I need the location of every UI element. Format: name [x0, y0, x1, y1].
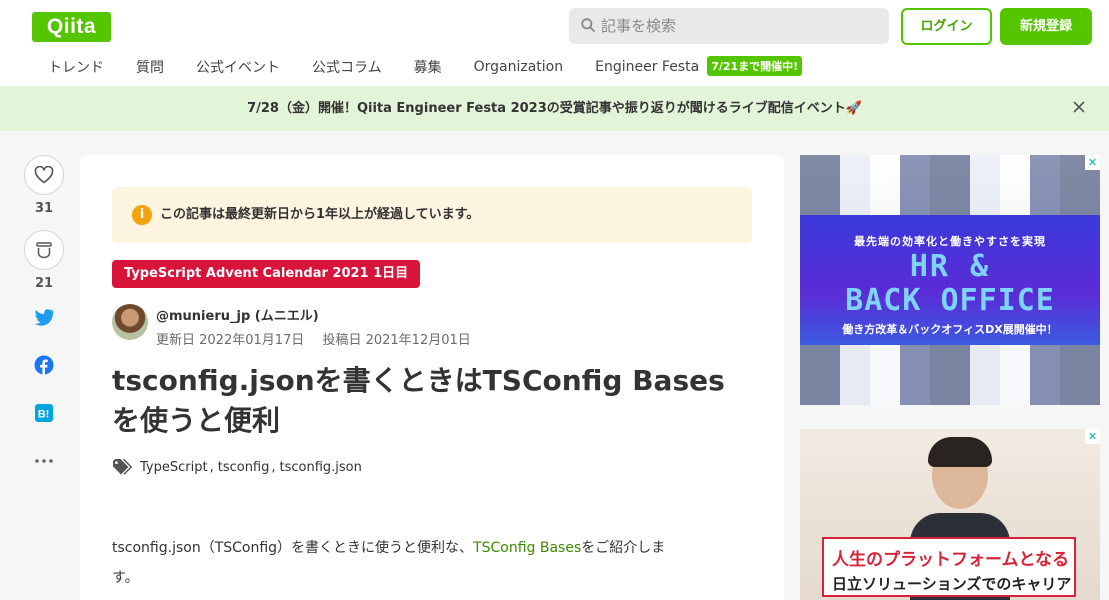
article-dates: 更新日 2022年01月17日 投稿日 2021年12月01日	[156, 329, 471, 348]
search-box[interactable]	[569, 8, 889, 44]
author-name[interactable]: @munieru_jp (ムニエル)	[156, 305, 319, 324]
ad1-footer: 働き方改革＆バックオフィスDX展開催中！	[842, 323, 1058, 336]
tag-separator: ,	[271, 459, 276, 475]
festa-badge: 7/21まで開催中!	[707, 56, 803, 76]
nav-item-engineer-festa[interactable]: Engineer Festa 7/21まで開催中!	[579, 56, 818, 77]
svg-text:B!: B!	[38, 409, 50, 421]
qiita-logo[interactable]: Qiita	[32, 12, 111, 42]
global-nav: トレンド 質問 公式イベント 公式コラム 募集 Organization Eng…	[32, 52, 818, 82]
like-count: 31	[34, 201, 54, 216]
updated-date: 更新日 2022年01月17日	[156, 333, 305, 348]
more-button[interactable]	[24, 449, 64, 473]
nav-item-official-events[interactable]: 公式イベント	[180, 57, 296, 77]
nav-item-trend[interactable]: トレンド	[32, 57, 120, 77]
tsconfig-bases-link[interactable]: TSConfig Bases	[473, 540, 581, 556]
like-button[interactable]	[24, 155, 64, 195]
event-banner[interactable]: 7/28（金）開催！Qiita Engineer Festa 2023の受賞記事…	[0, 86, 1109, 131]
stock-count: 21	[34, 276, 54, 291]
more-icon	[35, 459, 53, 463]
twitter-share[interactable]	[24, 305, 64, 329]
ad-person-hair	[928, 437, 992, 467]
ad-banner-hitachi-careers[interactable]: 人生のプラットフォームとなる 日立ソリューションズでのキャリア ✕	[800, 429, 1100, 600]
twitter-icon	[34, 308, 54, 326]
advent-calendar-badge[interactable]: TypeScript Advent Calendar 2021 1日目	[112, 260, 421, 288]
hatena-bookmark-icon: B!	[35, 404, 53, 422]
search-input[interactable]	[601, 8, 881, 44]
ad1-headline-1: HR &	[909, 249, 991, 284]
search-icon	[581, 18, 595, 32]
login-button[interactable]: ログイン	[901, 8, 992, 45]
article-title-line-1: tsconfig.jsonを書くときはTSConfig Bases	[112, 364, 725, 397]
article-title: tsconfig.jsonを書くときはTSConfig Bases を使うと便利	[112, 361, 762, 441]
nav-item-engineer-festa-label: Engineer Festa	[595, 59, 700, 75]
signup-button[interactable]: 新規登録	[1000, 8, 1092, 45]
event-banner-text: 7/28（金）開催！Qiita Engineer Festa 2023の受賞記事…	[247, 101, 862, 116]
site-header: Qiita ログイン 新規登録 トレンド 質問 公式イベント 公式コラム 募集 …	[0, 0, 1109, 86]
ad-screenshot-strip	[800, 155, 1100, 215]
close-icon[interactable]	[1071, 99, 1087, 115]
ad2-copy-box: 人生のプラットフォームとなる 日立ソリューションズでのキャリア	[822, 537, 1076, 597]
ad-screenshot-strip	[800, 345, 1100, 405]
outdated-notice: i この記事は最終更新日から1年以上が経過しています。	[112, 187, 752, 243]
tag-list: TypeScript, tsconfig, tsconfig.json	[112, 459, 362, 475]
tag-tsconfig[interactable]: tsconfig	[218, 460, 270, 475]
tag-icon	[113, 459, 132, 475]
ad1-subtitle: 最先端の効率化と働きやすさを実現	[854, 235, 1046, 248]
ad1-headline-2: BACK OFFICE	[845, 283, 1055, 318]
tag-typescript[interactable]: TypeScript	[140, 460, 208, 475]
stock-button[interactable]	[24, 230, 64, 270]
nav-item-questions[interactable]: 質問	[120, 57, 180, 77]
ad2-line-2: 日立ソリューションズでのキャリア	[832, 575, 1072, 593]
tag-tsconfig-json[interactable]: tsconfig.json	[280, 460, 362, 475]
article-title-line-2: を使うと便利	[112, 404, 281, 437]
hatena-share[interactable]: B!	[24, 401, 64, 425]
ad-banner-hr-back-office[interactable]: 最先端の効率化と働きやすさを実現 HR & BACK OFFICE 働き方改革＆…	[800, 155, 1100, 405]
heart-icon	[34, 166, 54, 184]
body-text-line-2: す。	[112, 570, 139, 586]
facebook-icon	[34, 355, 54, 375]
ad-choices-icon[interactable]: ✕	[1085, 155, 1100, 170]
posted-date: 投稿日 2021年12月01日	[322, 333, 471, 348]
info-icon: i	[132, 205, 152, 225]
stock-icon	[36, 242, 52, 259]
author-avatar[interactable]	[112, 304, 148, 340]
outdated-notice-text: この記事は最終更新日から1年以上が経過しています。	[160, 207, 480, 222]
ad-choices-icon[interactable]: ✕	[1085, 429, 1100, 444]
body-text-before: tsconfig.json（TSConfig）を書くときに使うと便利な、	[112, 540, 474, 556]
body-text-after: をご紹介しま	[581, 540, 666, 556]
article-card: i この記事は最終更新日から1年以上が経過しています。 TypeScript A…	[80, 155, 784, 600]
ad2-line-1: 人生のプラットフォームとなる	[832, 550, 1069, 570]
tag-separator: ,	[209, 459, 214, 475]
nav-item-official-columns[interactable]: 公式コラム	[296, 57, 398, 77]
nav-item-recruiting[interactable]: 募集	[398, 57, 458, 77]
article-actions: 31 21 B!	[24, 155, 64, 473]
article-body: tsconfig.json（TSConfig）を書くときに使うと便利な、TSCo…	[112, 533, 732, 593]
nav-item-organization[interactable]: Organization	[458, 59, 580, 75]
facebook-share[interactable]	[24, 353, 64, 377]
